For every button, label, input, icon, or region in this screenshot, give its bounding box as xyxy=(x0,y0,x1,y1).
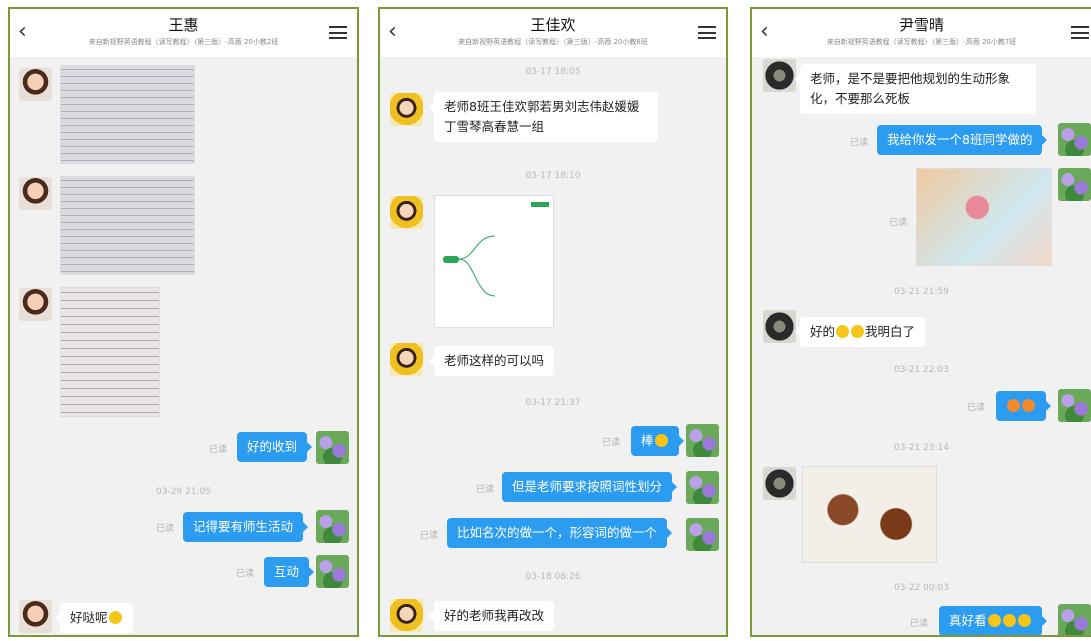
message-text: 好哒呢 xyxy=(70,610,108,625)
message-bubble-out[interactable]: 记得要有师生活动 xyxy=(183,512,309,542)
chat-title: 尹雪晴 xyxy=(898,16,944,34)
timestamp: 03-17 18:10 xyxy=(525,171,581,181)
avatar[interactable] xyxy=(390,196,423,229)
emoji-icon xyxy=(836,325,850,338)
timestamp: 03-21 22:03 xyxy=(894,365,949,375)
chat-subtitle: 来自新视野英语教程（读写教程）（第三版）-高薇 20小教2班 xyxy=(88,38,279,46)
mindmap-thumbnail xyxy=(443,202,549,297)
read-status: 已读 xyxy=(850,138,869,148)
timestamp: 03-21 23:14 xyxy=(894,443,949,453)
chat-title: 王佳欢 xyxy=(530,16,576,34)
emoji-icon xyxy=(1017,614,1031,627)
message-bubble-in[interactable]: 好的 我明白了 xyxy=(794,317,926,347)
read-status: 已读 xyxy=(889,218,908,228)
avatar[interactable] xyxy=(686,518,719,551)
avatar[interactable] xyxy=(763,59,796,92)
avatar[interactable] xyxy=(19,177,52,210)
chat-header: ‹ 尹雪晴 来自新视野英语教程（读写教程）（第三版）-高薇 20小教7班 xyxy=(752,9,1091,57)
image-message[interactable] xyxy=(916,168,1052,266)
chat-panel-wangjiahuan: ‹ 王佳欢 来自新视野英语教程（读写教程）（第三版）-高薇 20小教8班 03-… xyxy=(378,7,728,637)
timestamp: 03-17 21:37 xyxy=(525,398,581,408)
chat-panel-yinxueqing: ‹ 尹雪晴 来自新视野英语教程（读写教程）（第三版）-高薇 20小教7班 老师，… xyxy=(750,7,1091,637)
chat-panel-wanghui: ‹ 王惠 来自新视野英语教程（读写教程）（第三版）-高薇 20小教2班 已读 好… xyxy=(8,7,359,637)
emoji-icon xyxy=(1002,614,1016,627)
avatar[interactable] xyxy=(686,471,719,504)
read-status: 已读 xyxy=(209,445,228,455)
chat-title: 王惠 xyxy=(168,16,199,34)
emoji-icon xyxy=(1022,399,1035,412)
avatar[interactable] xyxy=(1058,168,1091,201)
message-bubble-out[interactable]: 但是老师要求按照词性划分 xyxy=(502,472,678,502)
read-status: 已读 xyxy=(236,569,255,579)
menu-icon[interactable] xyxy=(1071,26,1089,39)
read-status: 已读 xyxy=(420,531,439,541)
avatar[interactable] xyxy=(316,510,349,543)
timestamp: 03-22 00:03 xyxy=(894,583,949,593)
menu-icon[interactable] xyxy=(698,26,716,39)
message-bubble-in[interactable]: 好哒呢 xyxy=(55,603,133,633)
chat-subtitle: 来自新视野英语教程（读写教程）（第三版）-高薇 20小教8班 xyxy=(458,38,648,46)
read-status: 已读 xyxy=(967,403,986,413)
message-text: 真好看 xyxy=(949,613,987,628)
timestamp: 03-17 18:05 xyxy=(525,67,581,77)
chat-subtitle: 来自新视野英语教程（读写教程）（第三版）-高薇 20小教7班 xyxy=(826,38,1017,46)
avatar[interactable] xyxy=(1058,123,1091,156)
avatar[interactable] xyxy=(390,599,423,632)
message-text: 好的 xyxy=(810,324,836,339)
menu-icon[interactable] xyxy=(329,26,347,39)
message-bubble-out[interactable]: 真好看 xyxy=(939,606,1047,635)
timestamp: 03-29 21:05 xyxy=(156,487,211,497)
thumbs-up-icon xyxy=(654,434,668,447)
message-bubble-out[interactable]: 比如名次的做一个，形容词的做一个 xyxy=(447,518,673,548)
timestamp: 03-21 21:59 xyxy=(894,287,949,297)
avatar[interactable] xyxy=(390,93,423,126)
emoji-icon xyxy=(1007,399,1020,412)
read-status: 已读 xyxy=(156,524,175,534)
image-message[interactable] xyxy=(60,65,195,164)
read-status: 已读 xyxy=(476,485,495,495)
avatar[interactable] xyxy=(1058,604,1091,635)
read-status: 已读 xyxy=(602,438,621,448)
message-bubble-out[interactable] xyxy=(996,391,1051,421)
emoji-icon xyxy=(108,611,122,624)
image-message[interactable] xyxy=(60,287,160,417)
message-bubble-out[interactable]: 棒 xyxy=(631,426,683,456)
avatar[interactable] xyxy=(316,555,349,588)
image-message[interactable] xyxy=(802,466,937,563)
chat-header: ‹ 王惠 来自新视野英语教程（读写教程）（第三版）-高薇 20小教2班 xyxy=(10,9,357,57)
timestamp: 03-18 08:26 xyxy=(525,572,581,582)
chat-header: ‹ 王佳欢 来自新视野英语教程（读写教程）（第三版）-高薇 20小教8班 xyxy=(380,9,726,57)
message-bubble-in[interactable]: 老师8班王佳欢郭若男刘志伟赵媛媛丁雪琴高春慧一组 xyxy=(429,92,658,142)
avatar[interactable] xyxy=(316,431,349,464)
image-message[interactable] xyxy=(60,176,195,275)
message-bubble-out[interactable]: 我给你发一个8班同学做的 xyxy=(877,125,1048,155)
avatar[interactable] xyxy=(390,343,423,376)
avatar[interactable] xyxy=(19,600,52,633)
read-status: 已读 xyxy=(910,619,929,629)
image-message[interactable] xyxy=(434,195,554,328)
avatar[interactable] xyxy=(19,68,52,101)
message-bubble-out[interactable]: 好的收到 xyxy=(237,432,313,462)
message-bubble-in[interactable]: 老师这样的可以吗 xyxy=(428,346,555,376)
avatar[interactable] xyxy=(1058,389,1091,422)
message-text: 我明白了 xyxy=(865,324,916,339)
message-bubble-in[interactable]: 好的老师我再改改 xyxy=(428,601,555,631)
message-text: 棒 xyxy=(641,433,654,448)
message-bubble-in[interactable]: 老师，是不是要把他规划的生动形象化，不要那么死板 xyxy=(795,64,1036,114)
emoji-icon xyxy=(851,325,865,338)
message-bubble-out[interactable]: 互动 xyxy=(264,557,315,587)
avatar[interactable] xyxy=(763,310,796,343)
avatar[interactable] xyxy=(763,467,796,500)
emoji-icon xyxy=(987,614,1001,627)
avatar[interactable] xyxy=(686,424,719,457)
avatar[interactable] xyxy=(19,288,52,321)
